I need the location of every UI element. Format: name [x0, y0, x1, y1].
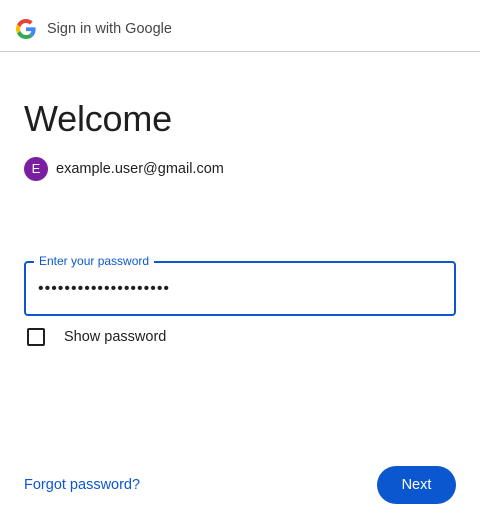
header-title: Sign in with Google	[47, 21, 172, 37]
password-input[interactable]	[38, 263, 438, 314]
password-field[interactable]: Enter your password	[24, 254, 456, 316]
header-bar: Sign in with Google	[0, 0, 480, 52]
account-chip[interactable]: E example.user@gmail.com	[24, 157, 224, 181]
next-button[interactable]: Next	[377, 466, 456, 504]
account-email: example.user@gmail.com	[56, 161, 224, 177]
show-password-label: Show password	[64, 329, 167, 345]
avatar: E	[24, 157, 48, 181]
page-title: Welcome	[24, 98, 172, 139]
show-password-checkbox[interactable]	[27, 328, 45, 346]
show-password-toggle[interactable]: Show password	[27, 328, 166, 346]
forgot-password-link[interactable]: Forgot password?	[24, 476, 140, 494]
google-g-logo-icon	[16, 19, 36, 39]
